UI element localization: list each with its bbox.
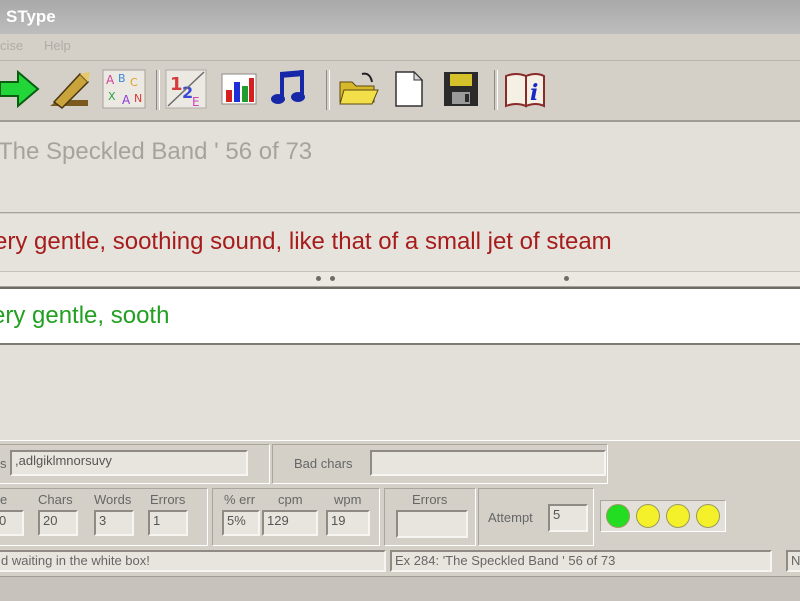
window-title: SType bbox=[6, 7, 56, 26]
errors-box-field bbox=[396, 510, 468, 538]
music-note-icon bbox=[271, 70, 305, 104]
start-button[interactable] bbox=[0, 68, 40, 110]
menu-item-help[interactable]: Help bbox=[44, 38, 71, 53]
wpm-field: 19 bbox=[326, 510, 370, 536]
words-label: Words bbox=[94, 492, 132, 507]
alphabet-button[interactable]: A B C X A N bbox=[100, 68, 148, 110]
time-label: e bbox=[0, 492, 8, 507]
help-book-icon: i bbox=[505, 73, 545, 108]
svg-text:A: A bbox=[122, 93, 131, 107]
errors-label: Errors bbox=[150, 492, 186, 507]
typed-text: ery gentle, sooth bbox=[0, 302, 170, 329]
chars-field: 20 bbox=[38, 510, 78, 536]
statistics-button[interactable] bbox=[218, 68, 260, 110]
save-disk-icon bbox=[444, 72, 478, 106]
status-light-green bbox=[606, 504, 630, 528]
title-bar bbox=[0, 0, 800, 34]
new-button[interactable] bbox=[388, 68, 428, 110]
help-button[interactable]: i bbox=[502, 68, 548, 110]
pencil-icon bbox=[50, 72, 90, 109]
chars-label: Chars bbox=[38, 492, 73, 507]
svg-text:B: B bbox=[118, 72, 126, 85]
cpm-label: cpm bbox=[278, 492, 303, 507]
menu-item-exercise[interactable]: cise bbox=[0, 38, 23, 53]
toolbar-separator bbox=[156, 70, 160, 110]
errors-count-field: 1 bbox=[148, 510, 188, 536]
attempt-label: Attempt bbox=[488, 510, 533, 525]
save-button[interactable] bbox=[440, 68, 484, 110]
bar-chart-icon bbox=[221, 73, 257, 105]
svg-text:N: N bbox=[134, 92, 142, 105]
wpm-label: wpm bbox=[334, 492, 362, 507]
svg-text:E: E bbox=[192, 95, 200, 109]
edit-button[interactable] bbox=[46, 68, 92, 110]
status-message: d waiting in the white box! bbox=[0, 550, 386, 572]
exercise-panel bbox=[0, 122, 800, 213]
errors-box-label: Errors bbox=[412, 492, 448, 507]
new-file-icon bbox=[395, 70, 424, 107]
progress-marker-dot bbox=[564, 276, 569, 281]
svg-text:C: C bbox=[130, 76, 138, 89]
svg-text:X: X bbox=[108, 90, 116, 103]
status-light-yellow bbox=[666, 504, 690, 528]
cpm-field: 129 bbox=[262, 510, 318, 536]
progress-marker-dot bbox=[316, 276, 321, 281]
status-light-yellow bbox=[696, 504, 720, 528]
arrow-right-icon bbox=[0, 69, 40, 109]
attempt-field: 5 bbox=[548, 504, 588, 532]
menu-bar bbox=[0, 34, 800, 61]
bad-chars-field bbox=[370, 450, 606, 476]
status-mode: N bbox=[786, 550, 800, 572]
window-bottom-edge bbox=[0, 576, 800, 601]
svg-text:A: A bbox=[106, 73, 115, 87]
work-area bbox=[0, 345, 800, 440]
progress-marker-dot bbox=[330, 276, 335, 281]
bad-chars-label: Bad chars bbox=[294, 456, 353, 471]
open-folder-icon bbox=[339, 72, 379, 105]
music-button[interactable] bbox=[270, 68, 314, 110]
splitter[interactable] bbox=[0, 271, 800, 287]
typing-button[interactable]: 1 2 E bbox=[164, 68, 210, 110]
keys-label: s bbox=[0, 456, 7, 471]
open-button[interactable] bbox=[336, 68, 380, 110]
toolbar-separator bbox=[494, 70, 498, 110]
typing-icon: 1 2 E bbox=[165, 69, 207, 109]
toolbar-separator bbox=[326, 70, 330, 110]
time-field: 0 bbox=[0, 510, 24, 536]
status-light-yellow bbox=[636, 504, 660, 528]
target-text: ery gentle, soothing sound, like that of… bbox=[0, 228, 612, 255]
words-field: 3 bbox=[94, 510, 134, 536]
keys-field: ,adlgiklmnorsuvy bbox=[10, 450, 248, 476]
exercise-title: The Speckled Band ' 56 of 73 bbox=[0, 138, 313, 165]
error-rate-field: 5% bbox=[222, 510, 260, 536]
status-exercise: Ex 284: 'The Speckled Band ' 56 of 73 bbox=[390, 550, 772, 572]
alphabet-icon: A B C X A N bbox=[102, 69, 146, 109]
svg-text:1: 1 bbox=[170, 74, 183, 95]
svg-text:i: i bbox=[530, 80, 538, 106]
error-rate-label: % err bbox=[224, 492, 256, 507]
